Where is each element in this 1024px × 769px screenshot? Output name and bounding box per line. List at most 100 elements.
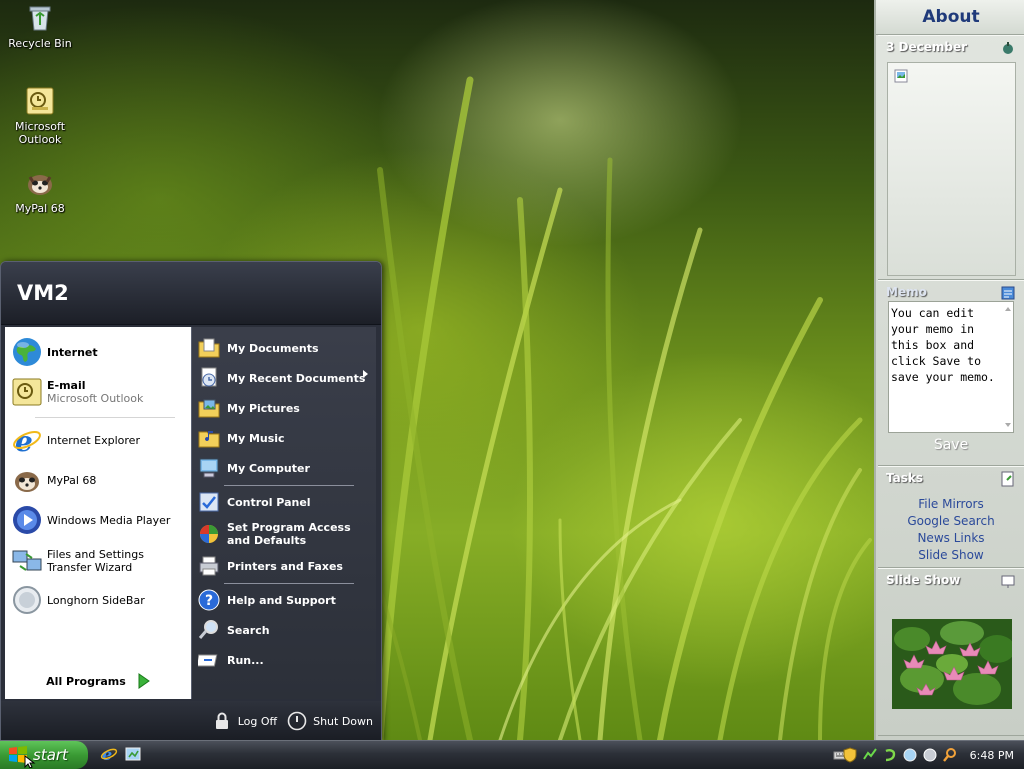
program-defaults-icon <box>198 523 220 545</box>
places-item-label: Run... <box>227 653 264 667</box>
mouse-cursor-icon <box>24 755 36 768</box>
slideshow-title: Slide Show <box>886 573 961 587</box>
lock-icon <box>212 711 232 731</box>
shield-icon[interactable] <box>842 747 858 763</box>
start-menu-pinned-panel: Internet E-mail Microsoft Outlook e Inte… <box>5 327 191 699</box>
places-item-label: Help and Support <box>227 593 336 607</box>
program-item-label: Longhorn SideBar <box>47 593 145 607</box>
desktop-icon-label: Recycle Bin <box>8 37 72 50</box>
longhorn-sidebar: About 3 December Memo You can edit your … <box>874 0 1024 740</box>
show-desktop-icon[interactable] <box>124 745 142 763</box>
task-link-file-mirrors[interactable]: File Mirrors <box>878 497 1024 511</box>
places-item-my-music[interactable]: My Music <box>198 425 370 451</box>
places-item-my-pictures[interactable]: My Pictures <box>198 395 370 421</box>
places-item-control-panel[interactable]: Control Panel <box>198 489 370 515</box>
task-link-google-search[interactable]: Google Search <box>878 514 1024 528</box>
all-programs-button[interactable]: All Programs <box>5 663 191 699</box>
memo-notepad-icon[interactable] <box>1000 285 1016 301</box>
slideshow-image[interactable] <box>892 619 1015 709</box>
internet-explorer-icon[interactable]: e <box>100 745 118 764</box>
sidebar-title[interactable]: About <box>876 0 1024 35</box>
calendar-view[interactable] <box>887 62 1016 276</box>
places-item-my-computer[interactable]: My Computer <box>198 455 370 481</box>
program-item-transfer-wizard[interactable]: Files and Settings Transfer Wizard <box>11 544 189 578</box>
program-item-media-player[interactable]: Windows Media Player <box>11 504 189 536</box>
calendar-settings-icon[interactable] <box>1000 40 1016 56</box>
pinned-item-label: Internet <box>47 345 98 359</box>
pinned-item-internet[interactable]: Internet <box>11 335 189 369</box>
places-item-label: My Pictures <box>227 401 300 415</box>
task-link-slide-show[interactable]: Slide Show <box>878 548 1024 562</box>
places-item-label: Search <box>227 623 270 637</box>
app-tray-icon[interactable] <box>882 747 898 763</box>
arrow-right-icon <box>138 673 150 689</box>
volume-icon[interactable] <box>922 747 938 763</box>
places-item-run[interactable]: Run... <box>195 647 370 673</box>
menu-separator <box>35 417 175 418</box>
places-item-recent-documents[interactable]: My Recent Documents <box>198 365 370 391</box>
pinned-item-sublabel: Microsoft Outlook <box>47 392 144 405</box>
folder-music-icon <box>198 427 220 449</box>
task-link-news-links[interactable]: News Links <box>878 531 1024 545</box>
memo-save-button[interactable]: Save <box>878 437 1024 453</box>
network-icon[interactable] <box>862 747 878 763</box>
places-item-label: Printers and Faxes <box>227 559 343 573</box>
system-tray: 6:48 PM <box>842 741 1024 769</box>
log-off-button[interactable]: Log Off <box>212 711 277 731</box>
pinned-item-email[interactable]: E-mail Microsoft Outlook <box>11 375 189 409</box>
power-icon <box>287 711 307 731</box>
memo-textarea[interactable]: You can edit your memo in this box and c… <box>888 301 1014 433</box>
slideshow-icon[interactable] <box>1000 573 1016 589</box>
memo-title: Memo <box>886 285 927 299</box>
program-item-label: Windows Media Player <box>47 513 171 527</box>
program-item-label: Internet Explorer <box>47 433 140 447</box>
start-menu-header: VM2 <box>1 262 381 325</box>
start-menu-footer: Log Off Shut Down <box>1 701 381 741</box>
memo-scrollbar[interactable] <box>1004 305 1012 429</box>
control-panel-icon <box>198 491 220 513</box>
search-icon[interactable] <box>942 747 958 763</box>
shut-down-button[interactable]: Shut Down <box>287 711 373 731</box>
tasks-icon[interactable] <box>1000 471 1016 487</box>
places-item-help[interactable]: ? Help and Support <box>198 587 370 613</box>
folder-pictures-icon <box>198 397 220 419</box>
folder-documents-icon <box>198 337 220 359</box>
internet-explorer-icon: e <box>11 424 43 458</box>
places-item-my-documents[interactable]: My Documents <box>198 335 370 361</box>
taskbar: start e 6:48 PM <box>0 740 1024 769</box>
places-item-printers[interactable]: Printers and Faxes <box>198 553 370 579</box>
shut-down-label: Shut Down <box>313 714 373 728</box>
all-programs-label: All Programs <box>46 674 126 688</box>
desktop-icon-recycle-bin[interactable]: Recycle Bin <box>1 2 79 50</box>
sidebar-icon <box>11 584 43 616</box>
places-item-search[interactable]: Search <box>198 617 370 643</box>
start-label: start <box>33 746 68 764</box>
status-tray-icon[interactable] <box>902 747 918 763</box>
desktop-icon-mypal[interactable]: MyPal 68 <box>1 167 79 215</box>
globe-icon <box>11 336 43 368</box>
slideshow-panel: Slide Show <box>878 568 1024 736</box>
run-icon <box>195 649 220 671</box>
program-item-mypal[interactable]: MyPal 68 <box>11 464 189 496</box>
places-item-label: Set Program Access and Defaults <box>227 521 351 547</box>
svg-text:?: ? <box>205 593 213 609</box>
computer-icon <box>198 457 220 479</box>
taskbar-clock[interactable]: 6:48 PM <box>970 749 1014 762</box>
pinned-item-label: E-mail <box>47 379 86 392</box>
program-item-longhorn-sidebar[interactable]: Longhorn SideBar <box>11 584 189 616</box>
recycle-bin-icon <box>24 2 56 34</box>
media-player-icon <box>11 504 43 536</box>
outlook-icon <box>11 376 43 408</box>
program-item-internet-explorer[interactable]: e Internet Explorer <box>11 424 189 458</box>
menu-separator <box>224 485 354 486</box>
places-item-program-defaults[interactable]: Set Program Access and Defaults <box>198 517 370 551</box>
memo-panel: Memo You can edit your memo in this box … <box>878 280 1024 466</box>
places-item-label: My Music <box>227 431 285 445</box>
transfer-wizard-icon <box>11 545 43 577</box>
calendar-title: 3 December <box>886 40 968 54</box>
desktop-icon-label: MyPal 68 <box>15 202 65 215</box>
start-button[interactable]: start <box>0 741 88 769</box>
program-item-label: MyPal 68 <box>47 473 97 487</box>
desktop-icon-outlook[interactable]: Microsoft Outlook <box>1 85 79 146</box>
places-item-label: My Documents <box>227 341 319 355</box>
